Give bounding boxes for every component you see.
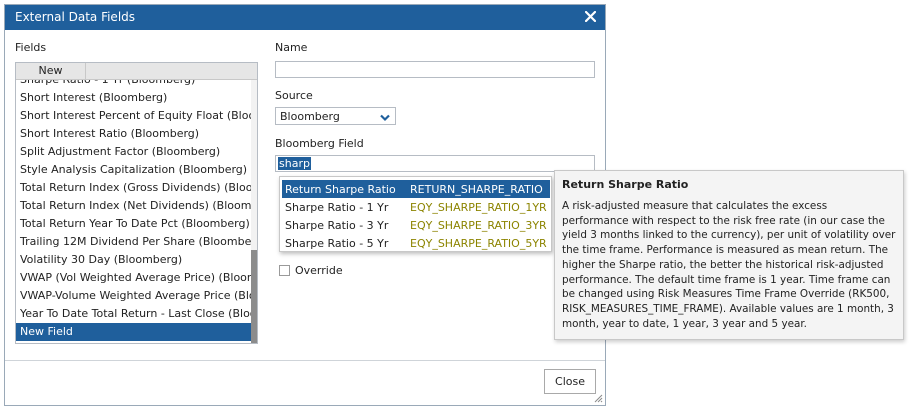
field-description-tooltip: Return Sharpe Ratio A risk-adjusted meas…: [554, 170, 904, 340]
title-bar[interactable]: External Data Fields: [5, 5, 605, 30]
suggestion-item[interactable]: Sharpe Ratio - 3 Yr EQY_SHARPE_RATIO_3YR: [282, 216, 550, 234]
tooltip-body: A risk-adjusted measure that calculates …: [562, 200, 896, 330]
suggestion-item[interactable]: Sharpe Ratio - 5 Yr EQY_SHARPE_RATIO_5YR: [282, 234, 550, 252]
name-label: Name: [275, 41, 308, 54]
list-item[interactable]: Year To Date Total Return - Last Close (…: [16, 305, 253, 323]
source-value: Bloomberg: [280, 110, 340, 123]
window-title: External Data Fields: [15, 10, 136, 24]
field-suggestions-dropdown: Return Sharpe Ratio RETURN_SHARPE_RATIO Sh…: [279, 176, 552, 252]
list-item[interactable]: Short Interest Percent of Equity Float (…: [16, 107, 253, 125]
list-item[interactable]: New Field: [16, 323, 253, 341]
suggestion-name: Return Sharpe Ratio: [285, 183, 396, 196]
close-icon[interactable]: [585, 11, 596, 22]
suggestion-code: EQY_SHARPE_RATIO_5YR: [410, 237, 547, 250]
suggestion-code: RETURN_SHARPE_RATIO: [410, 183, 543, 196]
source-select[interactable]: Bloomberg: [275, 107, 396, 125]
tooltip-title: Return Sharpe Ratio: [562, 178, 689, 191]
override-checkbox[interactable]: [279, 265, 290, 276]
fields-list-body: Sharpe Ratio - 1 Yr (Bloomberg)Short Int…: [16, 80, 253, 343]
footer-divider: [5, 360, 605, 361]
list-item[interactable]: Trailing 12M Dividend Per Share (Bloombe…: [16, 233, 253, 251]
list-item[interactable]: Total Return Year To Date Pct (Bloomberg…: [16, 215, 253, 233]
list-item[interactable]: Total Return Index (Gross Dividends) (Bl…: [16, 179, 253, 197]
list-item[interactable]: VWAP-Volume Weighted Average Price (Bloo…: [16, 287, 253, 305]
close-button[interactable]: Close: [544, 369, 596, 394]
suggestion-item[interactable]: Return Sharpe Ratio RETURN_SHARPE_RATIO: [282, 180, 550, 198]
new-button[interactable]: New: [16, 63, 86, 80]
list-header: New: [16, 63, 257, 80]
list-item[interactable]: Short Interest Ratio (Bloomberg): [16, 125, 253, 143]
bloomberg-field-input[interactable]: sharp: [275, 155, 595, 172]
list-scrollbar[interactable]: [251, 80, 257, 343]
list-item[interactable]: Short Interest (Bloomberg): [16, 89, 253, 107]
list-item[interactable]: Split Adjustment Factor (Bloomberg): [16, 143, 253, 161]
suggestion-code: EQY_SHARPE_RATIO_1YR: [410, 201, 547, 214]
suggestion-name: Sharpe Ratio - 5 Yr: [285, 237, 389, 250]
bloomberg-field-value: sharp: [278, 157, 311, 170]
resize-grip-icon[interactable]: [593, 393, 603, 403]
list-item[interactable]: Style Analysis Capitalization (Bloomberg…: [16, 161, 253, 179]
list-item[interactable]: Total Return Index (Net Dividends) (Bloo…: [16, 197, 253, 215]
fields-label: Fields: [15, 41, 47, 54]
list-item[interactable]: Sharpe Ratio - 1 Yr (Bloomberg): [16, 80, 253, 89]
source-label: Source: [275, 89, 313, 102]
suggestion-code: EQY_SHARPE_RATIO_3YR: [410, 219, 547, 232]
suggestion-name: Sharpe Ratio - 3 Yr: [285, 219, 389, 232]
scrollbar-thumb[interactable]: [251, 250, 257, 343]
list-item[interactable]: VWAP (Vol Weighted Average Price) (Bloom…: [16, 269, 253, 287]
bloomberg-field-label: Bloomberg Field: [275, 137, 364, 150]
name-input[interactable]: [275, 61, 595, 78]
override-label: Override: [295, 264, 343, 277]
suggestion-name: Sharpe Ratio - 1 Yr: [285, 201, 389, 214]
fields-list: New Sharpe Ratio - 1 Yr (Bloomberg)Short…: [15, 62, 258, 344]
external-data-fields-dialog: External Data Fields Fields New Sharpe R…: [4, 4, 606, 406]
suggestion-item[interactable]: Sharpe Ratio - 1 Yr EQY_SHARPE_RATIO_1YR: [282, 198, 550, 216]
list-item[interactable]: Volatility 30 Day (Bloomberg): [16, 251, 253, 269]
chevron-down-icon: [380, 112, 390, 122]
